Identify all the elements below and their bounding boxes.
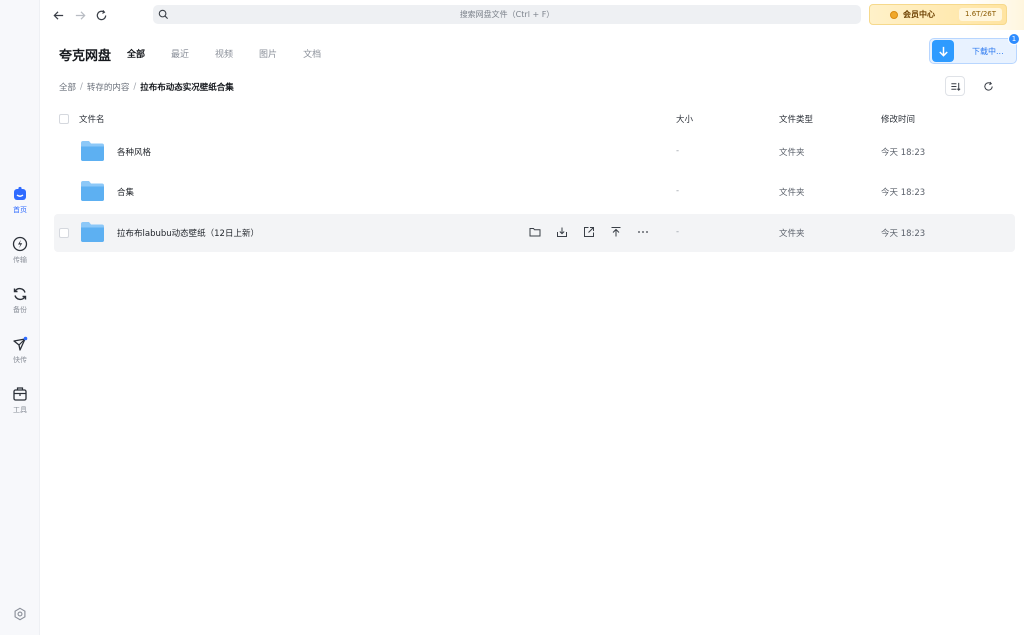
forward-button[interactable] [72,7,88,23]
table-row[interactable]: 合集 - 文件夹 今天 18:23 [54,173,1015,211]
tab-all[interactable]: 全部 [127,47,145,60]
storage-quota: 1.6T/26T [959,8,1002,21]
tab-video[interactable]: 视频 [215,47,233,60]
rail-label-backup: 备份 [13,306,27,314]
file-modified: 今天 18:23 [881,188,926,198]
folder-icon [81,141,104,161]
sort-button[interactable] [945,76,965,96]
rail-label-transfer: 传输 [13,256,27,264]
search-placeholder: 搜索网盘文件（Ctrl + F） [459,10,555,19]
home-icon [14,186,26,200]
breadcrumb: 全部 / 转存的内容 / 拉布布动态实况壁纸合集 [59,81,234,93]
reload-icon [96,9,106,20]
download-count-badge: 1 [1008,33,1020,45]
tab-documents[interactable]: 文档 [303,47,321,60]
share-button[interactable] [582,225,596,239]
quick-send-icon [13,336,28,351]
tab-images[interactable]: 图片 [259,47,277,60]
download-arrow-icon [932,40,954,62]
download-button[interactable] [555,225,569,239]
share-icon [584,227,594,237]
tools-icon [13,387,27,401]
column-modified[interactable]: 修改时间 [881,113,915,125]
file-type: 文件夹 [779,148,805,158]
arrow-left-icon [52,10,63,20]
sort-icon [950,82,960,91]
more-icon [638,231,648,233]
arrow-right-icon [75,10,86,20]
rail-label-home: 首页 [13,206,27,214]
category-tabs: 全部 最近 视频 图片 文档 [127,47,347,60]
refresh-icon [983,81,993,91]
file-name[interactable]: 拉布布labubu动态壁纸（12日上新） [117,227,259,239]
file-modified: 今天 18:23 [881,148,926,158]
file-modified: 今天 18:23 [881,229,926,239]
file-size: - [676,146,680,156]
file-size: - [676,186,680,196]
back-button[interactable] [50,7,66,23]
rail-item-backup[interactable]: 备份 [0,286,40,315]
file-table-header: 文件名 大小 文件类型 修改时间 [54,110,1015,128]
row-actions [528,225,650,239]
refresh-list-button[interactable] [978,76,998,96]
search-input[interactable]: 搜索网盘文件（Ctrl + F） [153,5,861,24]
row-checkbox[interactable] [59,228,69,238]
download-label: 下载中... [972,46,1004,56]
tab-recent[interactable]: 最近 [171,47,189,60]
open-folder-icon [529,228,541,237]
top-bar: 搜索网盘文件（Ctrl + F） 会员中心 1.6T/26T [40,0,1024,30]
file-name[interactable]: 各种风格 [117,146,151,158]
rail-item-quick-send[interactable]: 快传 [0,336,40,365]
table-row[interactable]: 拉布布labubu动态壁纸（12日上新） - 文件夹 今天 18:23 [54,214,1015,252]
table-row[interactable]: 各种风格 - 文件夹 今天 18:23 [54,133,1015,171]
rail-label-quick-send: 快传 [13,356,27,364]
search-icon [158,9,169,20]
brand-title: 夸克网盘 [59,49,112,64]
column-name[interactable]: 文件名 [79,113,105,125]
settings-icon[interactable] [13,607,27,621]
rail-item-tools[interactable]: 工具 [0,386,40,415]
download-icon [557,227,567,237]
rail-item-transfer[interactable]: 传输 [0,236,40,265]
file-type: 文件夹 [779,188,805,198]
rail-label-tools: 工具 [13,406,27,414]
backup-icon [13,287,27,301]
left-rail: 首页 传输 备份 快传 工具 [0,0,40,635]
breadcrumb-current: 拉布布动态实况壁纸合集 [140,83,234,93]
vip-coin-icon [890,10,898,19]
rail-item-home[interactable]: 首页 [0,186,40,215]
file-size: - [676,227,680,237]
select-all-checkbox[interactable] [59,114,69,124]
transfer-icon [12,236,28,252]
column-size[interactable]: 大小 [676,113,693,125]
vip-center-button[interactable]: 会员中心 1.6T/26T [869,4,1007,25]
column-type[interactable]: 文件类型 [779,113,813,125]
quark-drive-window: 首页 传输 备份 快传 工具 搜索网盘文件（Ctrl + F） 会员中心 1.6… [0,0,1024,635]
breadcrumb-separator: / [80,82,83,92]
vip-label: 会员中心 [903,10,935,19]
folder-icon [81,222,104,242]
breadcrumb-all[interactable]: 全部 [59,81,76,93]
breadcrumb-separator: / [133,82,137,92]
file-name[interactable]: 合集 [117,186,134,198]
open-folder-button[interactable] [528,225,542,239]
folder-icon [81,181,104,201]
move-up-icon [611,227,621,237]
file-type: 文件夹 [779,229,805,239]
refresh-page-button[interactable] [93,7,109,23]
more-button[interactable] [636,225,650,239]
download-progress-button[interactable]: 下载中... [929,38,1017,64]
breadcrumb-saved[interactable]: 转存的内容 [87,81,130,93]
move-button[interactable] [609,225,623,239]
